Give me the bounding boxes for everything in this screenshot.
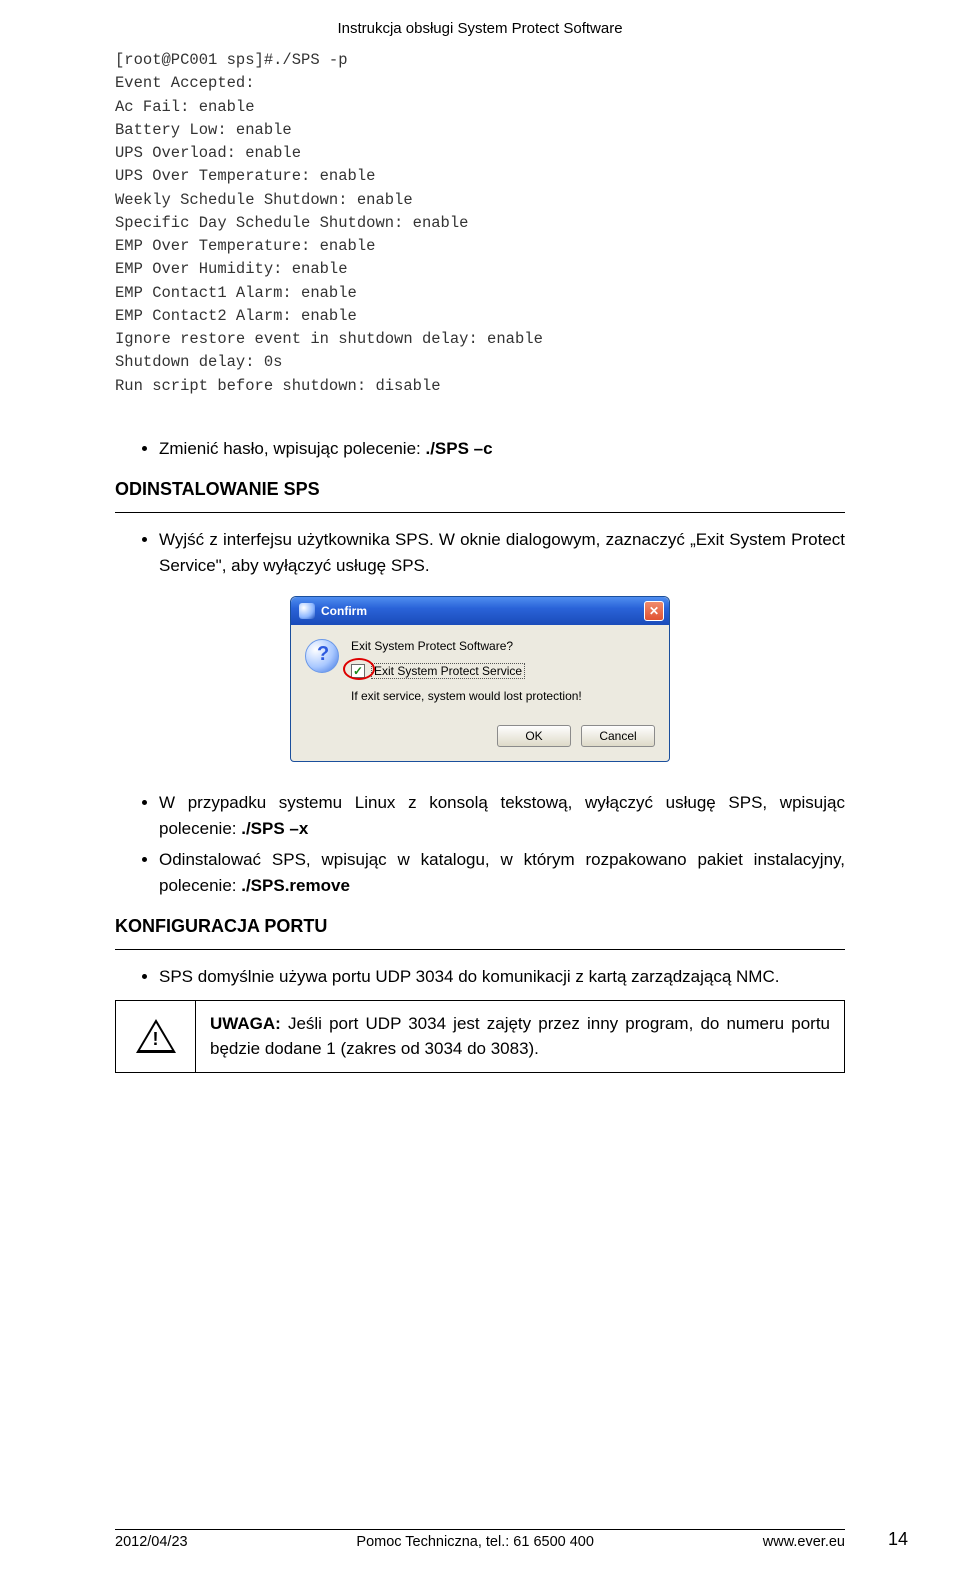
terminal-output: [root@PC001 sps]#./SPS -p Event Accepted… — [115, 49, 845, 398]
warning-icon: ! — [136, 1019, 176, 1053]
checkbox[interactable]: ✓ — [351, 664, 365, 678]
term-line: EMP Contact1 Alarm: enable — [115, 282, 845, 305]
list-item-text: SPS domyślnie używa portu UDP 3034 do ko… — [159, 967, 779, 986]
term-line: Event Accepted: — [115, 72, 845, 95]
page-header: Instrukcja obsługi System Protect Softwa… — [115, 20, 845, 37]
term-line: Specific Day Schedule Shutdown: enable — [115, 212, 845, 235]
warning-label: UWAGA: — [210, 1014, 281, 1033]
term-line: Weekly Schedule Shutdown: enable — [115, 189, 845, 212]
page-footer: 2012/04/23 Pomoc Techniczna, tel.: 61 65… — [115, 1529, 845, 1550]
close-icon[interactable]: ✕ — [644, 601, 664, 621]
list-item: Zmienić hasło, wpisując polecenie: ./SPS… — [159, 436, 845, 462]
list-item: W przypadku systemu Linux z konsolą teks… — [159, 790, 845, 841]
footer-support: Pomoc Techniczna, tel.: 61 6500 400 — [356, 1534, 594, 1550]
warning-icon-cell: ! — [116, 1001, 196, 1072]
list-item: SPS domyślnie używa portu UDP 3034 do ko… — [159, 964, 845, 990]
term-line: EMP Over Humidity: enable — [115, 258, 845, 281]
warning-box: ! UWAGA: Jeśli port UDP 3034 jest zajęty… — [115, 1000, 845, 1073]
term-line: Ac Fail: enable — [115, 96, 845, 119]
confirm-dialog-screenshot: Confirm ✕ Exit System Protect Software? … — [115, 596, 845, 762]
footer-date: 2012/04/23 — [115, 1534, 188, 1550]
dialog-message-1: Exit System Protect Software? — [351, 639, 655, 653]
term-line: UPS Overload: enable — [115, 142, 845, 165]
page-number: 14 — [888, 1529, 908, 1550]
checkbox-label[interactable]: Exit System Protect Service — [371, 663, 525, 679]
cancel-button[interactable]: Cancel — [581, 725, 655, 747]
ok-button[interactable]: OK — [497, 725, 571, 747]
term-line: Run script before shutdown: disable — [115, 375, 845, 398]
term-line: Ignore restore event in shutdown delay: … — [115, 328, 845, 351]
warning-text: UWAGA: Jeśli port UDP 3034 jest zajęty p… — [196, 1001, 844, 1072]
dialog-message-2: If exit service, system would lost prote… — [351, 689, 655, 703]
footer-url: www.ever.eu — [763, 1534, 845, 1550]
term-line: EMP Contact2 Alarm: enable — [115, 305, 845, 328]
list-item-text: Wyjść z interfejsu użytkownika SPS. W ok… — [159, 530, 845, 575]
bullet-list-3: W przypadku systemu Linux z konsolą teks… — [115, 790, 845, 898]
info-icon — [299, 603, 315, 619]
list-item-text: Zmienić hasło, wpisując polecenie: — [159, 439, 425, 458]
bullet-list-1: Zmienić hasło, wpisując polecenie: ./SPS… — [115, 436, 845, 462]
bullet-list-2: Wyjść z interfejsu użytkownika SPS. W ok… — [115, 527, 845, 578]
confirm-dialog: Confirm ✕ Exit System Protect Software? … — [290, 596, 670, 762]
section-uninstall-heading: ODINSTALOWANIE SPS — [115, 479, 845, 500]
list-item: Wyjść z interfejsu użytkownika SPS. W ok… — [159, 527, 845, 578]
term-line: [root@PC001 sps]#./SPS -p — [115, 49, 845, 72]
warning-body: Jeśli port UDP 3034 jest zajęty przez in… — [210, 1014, 830, 1059]
term-line: Battery Low: enable — [115, 119, 845, 142]
bullet-list-4: SPS domyślnie używa portu UDP 3034 do ko… — [115, 964, 845, 990]
dialog-title: Confirm — [321, 604, 367, 618]
section-rule — [115, 512, 845, 513]
term-line: EMP Over Temperature: enable — [115, 235, 845, 258]
command-text: ./SPS –c — [425, 439, 492, 458]
term-line: UPS Over Temperature: enable — [115, 165, 845, 188]
section-port-heading: KONFIGURACJA PORTU — [115, 916, 845, 937]
command-text: ./SPS.remove — [241, 876, 350, 895]
question-icon — [305, 639, 339, 673]
dialog-titlebar: Confirm ✕ — [291, 597, 669, 625]
list-item: Odinstalować SPS, wpisując w katalogu, w… — [159, 847, 845, 898]
section-rule — [115, 949, 845, 950]
term-line: Shutdown delay: 0s — [115, 351, 845, 374]
command-text: ./SPS –x — [241, 819, 308, 838]
